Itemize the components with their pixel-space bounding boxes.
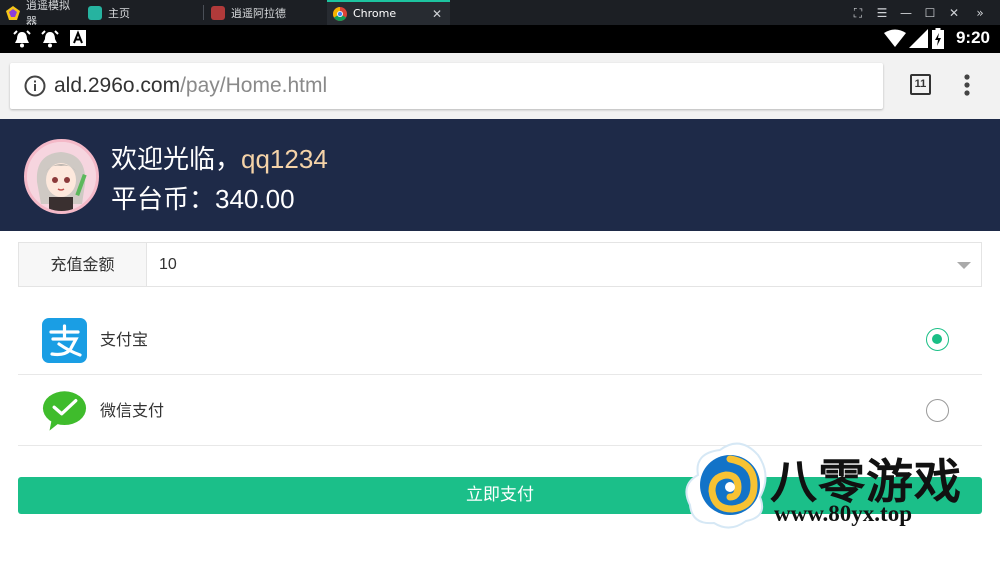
tab-label: 逍遥阿拉德 <box>231 6 286 20</box>
payment-option-alipay[interactable]: 支付宝 <box>18 305 982 375</box>
battery-icon <box>932 28 944 49</box>
balance-value: 340.00 <box>215 184 295 214</box>
avatar <box>24 139 99 214</box>
expand-sidebar-icon[interactable]: » <box>971 4 989 22</box>
tab-chrome[interactable]: Chrome ✕ <box>327 0 450 25</box>
url-host: ald.296o.com <box>54 74 181 97</box>
url-text[interactable]: ald.296o.com/pay/Home.html <box>54 74 327 98</box>
tab-separator <box>203 5 204 20</box>
more-options-icon[interactable] <box>960 73 974 97</box>
avatar-image <box>27 142 96 211</box>
username: qq1234 <box>241 144 328 174</box>
screenshot-icon[interactable]: ⛶ <box>849 4 867 22</box>
tab-label: 主页 <box>108 6 130 20</box>
balance-label: 平台币： <box>111 185 216 215</box>
alipay-icon <box>42 318 87 363</box>
game-app-icon <box>211 5 225 20</box>
chrome-logo-icon <box>333 6 347 21</box>
welcome-prefix: 欢迎光临， <box>111 145 242 175</box>
address-bar[interactable]: ald.296o.com/pay/Home.html <box>10 63 883 109</box>
user-header: 欢迎光临，qq1234 平台币：340.00 <box>0 119 1000 231</box>
info-icon[interactable] <box>24 75 46 97</box>
font-icon <box>70 30 86 46</box>
emulator-title-bar: 逍遥模拟器 主页 逍遥阿拉德 Chrome ✕ ⛶ ☰ — ☐ ✕ » <box>0 0 1000 28</box>
amount-select[interactable]: 10 <box>147 243 981 286</box>
browser-toolbar: ald.296o.com/pay/Home.html 11 <box>0 53 1000 119</box>
signal-icon <box>909 29 928 48</box>
home-app-icon <box>88 5 102 20</box>
menu-icon[interactable]: ☰ <box>873 4 891 22</box>
tab-switcher-button[interactable]: 11 <box>910 74 931 95</box>
emulator-logo-icon <box>6 5 20 20</box>
amount-value: 10 <box>159 256 177 273</box>
radio-alipay[interactable] <box>926 328 949 351</box>
site-watermark: 八零游戏 www.80yx.top <box>680 435 990 535</box>
maximize-icon[interactable]: ☐ <box>921 4 939 22</box>
tab-emulator-home[interactable]: 逍遥模拟器 <box>0 0 80 28</box>
alarm-icon <box>13 30 31 48</box>
tab-game[interactable]: 逍遥阿拉德 <box>205 0 325 25</box>
alarm-icon <box>41 30 59 48</box>
tab-home[interactable]: 主页 <box>82 0 202 25</box>
wechat-icon <box>42 391 87 431</box>
watermark-logo-icon <box>685 442 767 529</box>
close-window-icon[interactable]: ✕ <box>945 4 963 22</box>
watermark-url: www.80yx.top <box>774 501 913 526</box>
tab-label: Chrome <box>353 7 397 20</box>
minimize-icon[interactable]: — <box>897 4 915 22</box>
payment-option-label: 支付宝 <box>100 330 149 349</box>
balance-text: 平台币：340.00 <box>111 179 295 216</box>
wifi-icon <box>884 29 906 47</box>
radio-wechat[interactable] <box>926 399 949 422</box>
android-status-bar: 9:20 <box>0 25 1000 53</box>
amount-label: 充值金额 <box>19 243 147 286</box>
amount-selector-row: 充值金额 10 <box>18 242 982 287</box>
welcome-text: 欢迎光临，qq1234 <box>111 139 328 176</box>
close-tab-icon[interactable]: ✕ <box>432 7 442 21</box>
url-path: /pay/Home.html <box>180 74 328 97</box>
payment-option-label: 微信支付 <box>100 401 165 420</box>
chevron-down-icon <box>957 262 971 269</box>
clock: 9:20 <box>955 28 990 47</box>
